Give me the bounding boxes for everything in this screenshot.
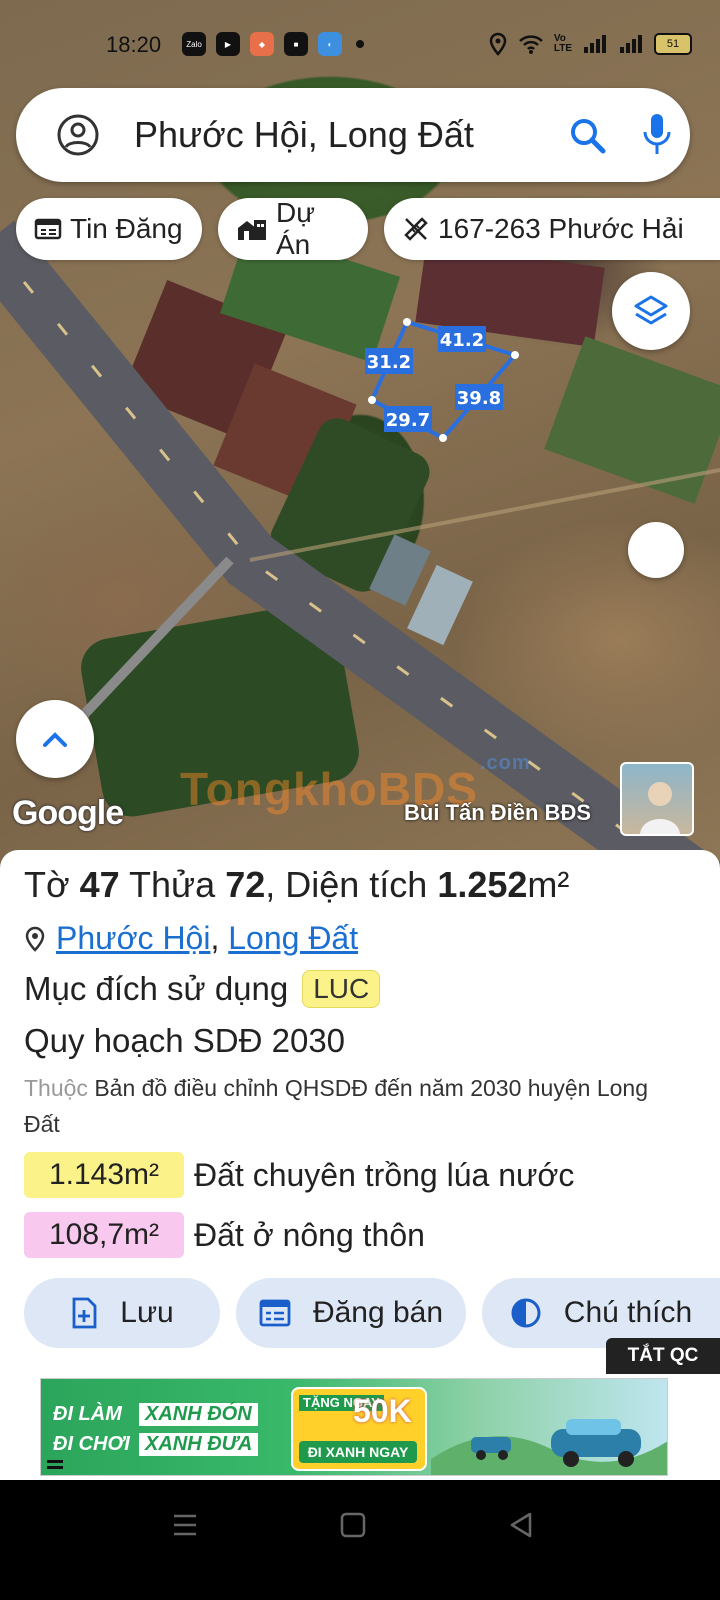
zone-area-badge: 1.143m² [24,1152,184,1198]
chip-label: Tin Đăng [70,213,183,244]
status-right-icons: Vo LTE 51 [488,32,692,56]
browser-icon: ◐ [318,32,342,56]
play-icon: ▶ [216,32,240,56]
listing-icon [34,218,62,240]
layers-button[interactable] [612,272,690,350]
buildings-icon [238,220,266,240]
zone-area-badge: 108,7m² [24,1212,184,1258]
land-use-purpose: Mục đích sử dụng LUC [24,970,381,1008]
svg-text:31.2: 31.2 [367,352,411,373]
system-nav-bar [0,1482,720,1600]
svg-text:41.2: 41.2 [440,330,484,351]
ad-promo-value: 50K [353,1393,412,1429]
save-button[interactable]: Lưu [24,1278,220,1348]
calendar-list-icon [259,1299,291,1327]
map-view[interactable]: 41.2 31.2 39.8 29.7 18:20 Zalo ▶ ◆ ■ ◐ V… [0,0,720,870]
status-time: 18:20 [106,32,162,57]
my-location-button[interactable] [628,522,684,578]
search-icon[interactable] [568,116,608,156]
zone-name: Đất ở nông thôn [194,1216,425,1253]
svg-text:39.8: 39.8 [457,388,501,409]
location-pin-icon [25,926,45,952]
layers-icon [634,295,668,325]
ad-banner[interactable]: ĐI LÀM XANH ĐÓN ĐI CHƠI XANH ĐƯA TẶNG NG… [40,1378,668,1476]
ad-menu-icon[interactable] [47,1466,63,1469]
zone-row: 1.143m² Đất chuyên trồng lúa nước [24,1152,574,1198]
parcel-title: Tờ 47 Thửa 72, Diện tích 1.252m² [24,864,570,905]
app-icon: ■ [284,32,308,56]
wifi-icon [518,35,543,54]
zone-row: 108,7m² Đất ở nông thôn [24,1212,425,1258]
contrast-icon [511,1298,541,1328]
game-icon: ◆ [250,32,274,56]
ward-link[interactable]: Phước Hội [56,920,210,956]
more-notifications-dot [356,40,364,48]
account-circle-icon[interactable] [56,113,100,157]
expand-panel-button[interactable] [16,700,94,778]
chip-measure[interactable]: 167-263 Phước Hải [384,198,720,260]
zone-name: Đất chuyên trồng lúa nước [194,1156,575,1193]
battery-icon: 51 [654,33,692,55]
search-bar[interactable]: Phước Hội, Long Đất [16,88,690,182]
signal-icon-2 [620,35,642,53]
district-link[interactable]: Long Đất [228,920,358,956]
ad-promo-badge: TẶNG NGAY 50K ĐI XANH NGAY [291,1387,427,1471]
mic-icon[interactable] [642,112,672,158]
author-avatar[interactable] [620,762,694,836]
parcel-location: Phước Hội, Long Đất [24,920,358,957]
author-credit: Bùi Tấn Điền BĐS [404,800,592,825]
post-sale-button[interactable]: Đăng bán [236,1278,466,1348]
zalo-icon: Zalo [182,32,206,56]
recents-icon[interactable] [172,1512,198,1538]
plan-title: Quy hoạch SDĐ 2030 [24,1022,346,1059]
hide-ads-button[interactable]: TẮT QC [606,1338,720,1374]
ad-cta: ĐI XANH NGAY [299,1441,417,1463]
land-use-code-badge: LUC [302,970,381,1008]
volte-icon: Vo LTE [553,33,572,54]
chip-label: 167-263 Phước Hải [438,213,684,244]
search-query[interactable]: Phước Hội, Long Đất [134,114,474,156]
ad-text: XANH ĐƯA [139,1433,259,1456]
ad-text: ĐI CHƠI [53,1433,130,1455]
status-bar: 18:20 Zalo ▶ ◆ ■ ◐ Vo LTE 51 [0,0,720,92]
chip-tin-dang[interactable]: Tin Đăng [16,198,202,260]
parcel-dim-label: 41.2 [438,326,486,352]
chip-label: Dự Án [276,197,315,260]
svg-text:29.7: 29.7 [386,410,430,431]
plan-description: Thuộc Bản đồ điều chỉnh QHSDĐ đến năm 20… [24,1075,648,1137]
ad-text: XANH ĐÓN [139,1403,258,1426]
ad-car-illustration [431,1419,667,1475]
google-logo: Google [12,794,124,832]
save-doc-icon [72,1297,97,1329]
parcel-dim-label: 39.8 [455,384,503,410]
parcel-dim-label: 29.7 [384,406,432,432]
ruler-icon [404,217,428,241]
signal-icon [584,35,606,53]
back-icon[interactable] [508,1512,534,1538]
ad-text: ĐI LÀM [53,1403,122,1425]
home-icon[interactable] [340,1512,366,1538]
chevron-up-icon [43,732,67,747]
location-icon [489,32,507,56]
parcel-dim-label: 31.2 [365,348,413,374]
chip-du-an[interactable]: Dự Án [218,197,368,260]
